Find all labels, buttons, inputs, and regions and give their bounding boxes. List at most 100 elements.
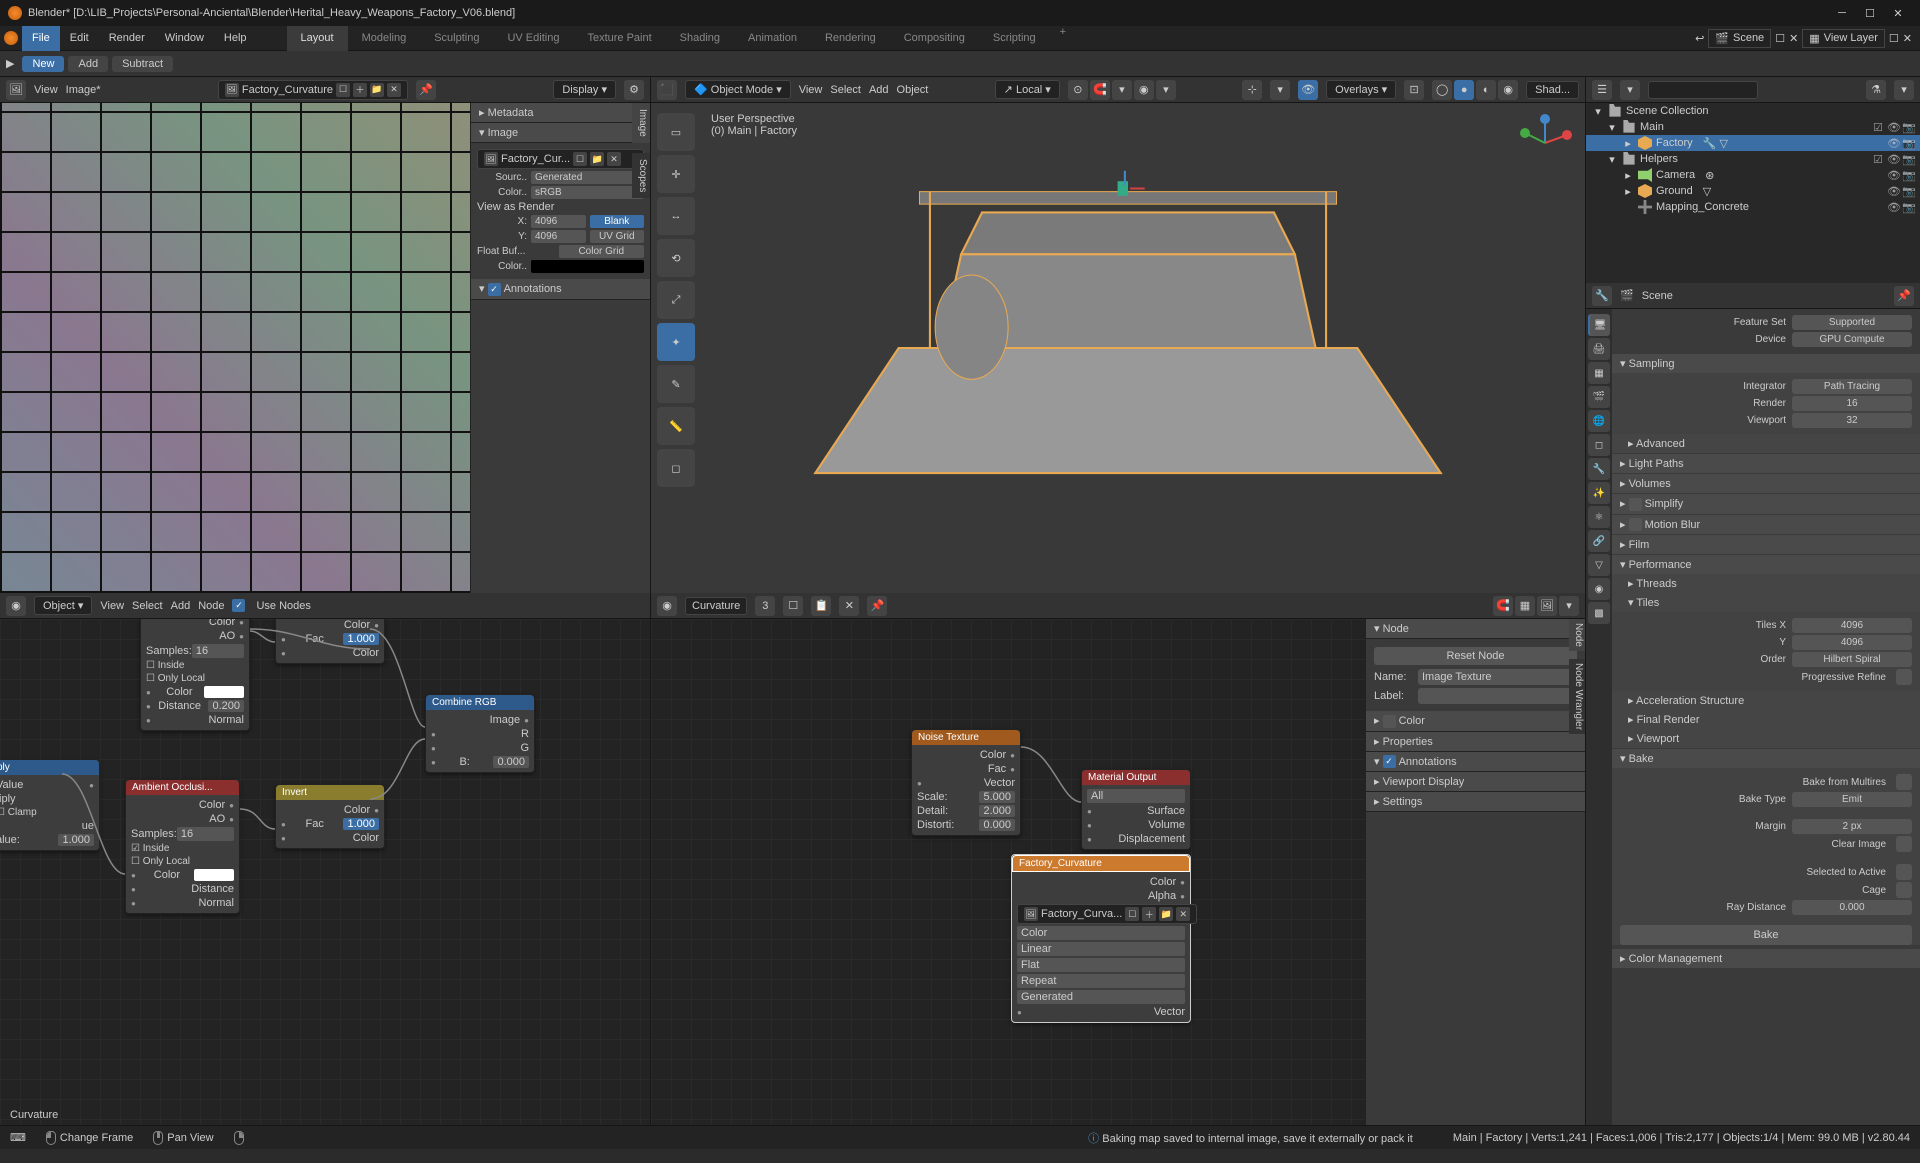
scene-new-icon[interactable]: ☐ — [1775, 32, 1785, 45]
tab-uv-editing[interactable]: UV Editing — [493, 26, 573, 51]
outliner-new-coll-icon[interactable]: ▾ — [1894, 80, 1914, 100]
image-editor[interactable]: Metadata Image 🖼Factory_Cur...☐📁✕ Sourc.… — [0, 103, 650, 593]
ptab-physics[interactable]: ⚛ — [1588, 506, 1610, 528]
viewlayer-new-icon[interactable]: ☐ — [1889, 32, 1899, 45]
uv-options-icon[interactable]: ⚙ — [624, 80, 644, 100]
vp-menu-object[interactable]: Object — [897, 84, 929, 96]
ptab-mesh[interactable]: ▽ — [1588, 554, 1610, 576]
bake-margin-field[interactable]: 2 px — [1792, 819, 1912, 834]
menu-render[interactable]: Render — [99, 26, 155, 51]
sec-simplify[interactable]: Simplify — [1612, 494, 1920, 514]
bake-button[interactable]: Bake — [1620, 925, 1912, 945]
ptab-object[interactable]: ◻ — [1588, 434, 1610, 456]
node-ao-frag-top[interactable]: Color AO Samples: 16 Inside Only Local C… — [140, 619, 250, 731]
ptab-world[interactable]: 🌐 — [1588, 410, 1610, 432]
panel-annotations-img[interactable]: Annotations — [471, 279, 650, 300]
tile-order-dropdown[interactable]: Hilbert Spiral — [1792, 652, 1912, 667]
sec-bake[interactable]: Bake — [1612, 749, 1920, 768]
snap-type-icon[interactable]: ▾ — [1112, 80, 1132, 100]
uvgrid-button[interactable]: UV Grid — [590, 230, 645, 243]
npanel-settings[interactable]: Settings — [1366, 792, 1585, 812]
mat-copy-icon[interactable]: 📋 — [811, 596, 831, 616]
pin-image-icon[interactable]: 📌 — [416, 80, 436, 100]
maximize-button[interactable]: ☐ — [1862, 7, 1878, 20]
npanel-properties[interactable]: Properties — [1366, 732, 1585, 752]
colorspace-dropdown[interactable]: sRGB — [531, 186, 644, 199]
mode-dropdown[interactable]: 🔷 Object Mode ▾ — [685, 80, 791, 99]
open-image-icon[interactable]: 📁 — [370, 83, 384, 97]
outliner-filter-icon[interactable]: ⚗ — [1866, 80, 1886, 100]
ptab-modifier[interactable]: 🔧 — [1588, 458, 1610, 480]
overlays-dropdown[interactable]: Overlays ▾ — [1326, 80, 1396, 99]
tool-scale[interactable]: ⤢ — [657, 281, 695, 319]
tiles-y-field[interactable]: 4096 — [1792, 635, 1912, 650]
view-layer-selector[interactable]: ▦ View Layer — [1802, 29, 1885, 48]
tool-cursor[interactable]: ✛ — [657, 155, 695, 193]
sec-viewport2[interactable]: Viewport — [1612, 729, 1920, 748]
node-editor-left[interactable]: ply Value tiply Clamp ue alue:1.000 Colo… — [0, 619, 650, 1125]
ptab-texture[interactable]: ▩ — [1588, 602, 1610, 624]
npanel-color[interactable]: Color — [1366, 711, 1585, 732]
gen-color-swatch[interactable] — [531, 260, 644, 273]
ol-scene-collection[interactable]: ▾Scene Collection — [1586, 103, 1920, 119]
tab-sculpting[interactable]: Sculpting — [420, 26, 493, 51]
tab-modeling[interactable]: Modeling — [348, 26, 421, 51]
node-frag-fac[interactable]: Color Fac1.000 Color — [275, 619, 385, 664]
play-icon[interactable]: ▶ — [6, 57, 14, 70]
editor-type-3d-icon[interactable]: ⬛ — [657, 80, 677, 100]
tool-move[interactable]: ↔ — [657, 197, 695, 235]
image-name-field[interactable]: 🖼Factory_Cur...☐📁✕ — [477, 149, 644, 169]
node-editor-mid[interactable]: Noise Texture Color Fac Vector Scale:5.0… — [651, 619, 1585, 1125]
overlay-toggle-icon[interactable]: 👁 — [1298, 80, 1318, 100]
menu-edit[interactable]: Edit — [60, 26, 99, 51]
node-image-texture[interactable]: Factory_Curvature Color Alpha 🖼Factory_C… — [1011, 854, 1191, 1023]
tab-scripting[interactable]: Scripting — [979, 26, 1050, 51]
editor-type-outliner-icon[interactable]: ☰ — [1592, 80, 1612, 100]
tool-transform[interactable]: ✦ — [657, 323, 695, 361]
blender-logo-icon[interactable] — [4, 31, 18, 45]
node-options-icon[interactable]: ▾ — [1559, 596, 1579, 616]
shading-dropdown[interactable]: Shad... — [1526, 81, 1579, 99]
reset-node-button[interactable]: Reset Node — [1374, 647, 1577, 665]
sec-threads[interactable]: Threads — [1612, 574, 1920, 593]
tool-select-box[interactable]: ▭ — [657, 113, 695, 151]
snap-icon[interactable]: 🧲 — [1090, 80, 1110, 100]
integrator-dropdown[interactable]: Path Tracing — [1792, 379, 1912, 394]
node-overlay-icon[interactable]: ▦ — [1515, 596, 1535, 616]
prop-pin-icon[interactable]: 📌 — [1894, 286, 1914, 306]
tab-wrangler-vert[interactable]: Node Wrangler — [1569, 659, 1585, 734]
editor-type-image-icon[interactable]: 🖼 — [6, 80, 26, 100]
render-samples-field[interactable]: 16 — [1792, 396, 1912, 411]
minimize-button[interactable]: ─ — [1834, 7, 1850, 20]
ptab-particle[interactable]: ✨ — [1588, 482, 1610, 504]
shading-solid-icon[interactable]: ● — [1454, 80, 1474, 100]
ptab-scene[interactable]: 🎬 — [1588, 386, 1610, 408]
sec-motion-blur[interactable]: Motion Blur — [1612, 515, 1920, 535]
node-menu-node[interactable]: Node — [198, 600, 224, 612]
node-invert[interactable]: Invert Color Fac1.000 Color — [275, 784, 385, 849]
ptab-constraint[interactable]: 🔗 — [1588, 530, 1610, 552]
node-combine-rgb[interactable]: Combine RGB Image R G B:0.000 — [425, 694, 535, 773]
display-channels[interactable]: Display ▾ — [553, 80, 616, 99]
sec-film[interactable]: Film — [1612, 535, 1920, 554]
xray-icon[interactable]: ⊡ — [1404, 80, 1424, 100]
ptab-render[interactable]: 🖥 — [1588, 314, 1610, 336]
tab-node-vert[interactable]: Node — [1569, 619, 1585, 651]
tool-rotate[interactable]: ⟲ — [657, 239, 695, 277]
sec-volumes[interactable]: Volumes — [1612, 474, 1920, 493]
imgtex-datablock[interactable]: 🖼Factory_Curva...☐＋📁✕ — [1017, 904, 1197, 924]
tool-annotate[interactable]: ✎ — [657, 365, 695, 403]
tab-layout[interactable]: Layout — [287, 26, 348, 51]
ol-ground[interactable]: ▸Ground▽👁📷 — [1586, 183, 1920, 199]
gen-x-field[interactable]: 4096 — [531, 215, 586, 228]
node-label-field[interactable] — [1418, 688, 1577, 704]
navigation-gizmo[interactable] — [1515, 113, 1575, 173]
ol-factory[interactable]: ▸Factory🔧 ▽👁📷 — [1586, 135, 1920, 151]
tool-add-cube[interactable]: ◻ — [657, 449, 695, 487]
mat-pin-icon[interactable]: 📌 — [867, 596, 887, 616]
ol-camera[interactable]: ▸Camera⊛👁📷 — [1586, 167, 1920, 183]
vp-menu-add[interactable]: Add — [869, 84, 889, 96]
sec-accel[interactable]: Acceleration Structure — [1612, 691, 1920, 710]
scene-delete-icon[interactable]: ✕ — [1789, 32, 1798, 45]
node-snap-icon[interactable]: 🧲 — [1493, 596, 1513, 616]
